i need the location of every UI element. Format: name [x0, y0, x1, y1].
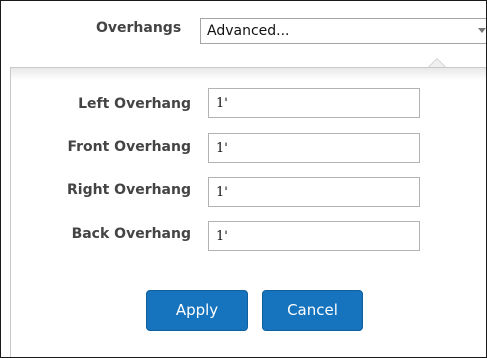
left-overhang-label: Left Overhang [78, 96, 191, 112]
back-overhang-label: Back Overhang [71, 226, 191, 242]
right-overhang-label: Right Overhang [67, 182, 191, 198]
popover-shading [11, 68, 486, 80]
back-overhang-input[interactable] [208, 221, 420, 251]
triangle-down-icon[interactable] [478, 28, 486, 33]
cancel-button[interactable]: Cancel [262, 290, 363, 331]
front-overhang-input[interactable] [208, 133, 420, 163]
overhangs-settings-panel: Overhangs Advanced... Left Overhang Fron… [0, 0, 487, 358]
overhangs-label: Overhangs [96, 20, 182, 36]
overhangs-dropdown-value: Advanced... [207, 23, 290, 39]
right-overhang-input[interactable] [208, 177, 420, 207]
front-overhang-label: Front Overhang [67, 139, 191, 155]
overhangs-dropdown[interactable]: Advanced... [200, 18, 486, 44]
left-overhang-input[interactable] [208, 88, 420, 118]
overhangs-row: Overhangs Advanced... [1, 1, 486, 65]
apply-button[interactable]: Apply [146, 290, 248, 331]
